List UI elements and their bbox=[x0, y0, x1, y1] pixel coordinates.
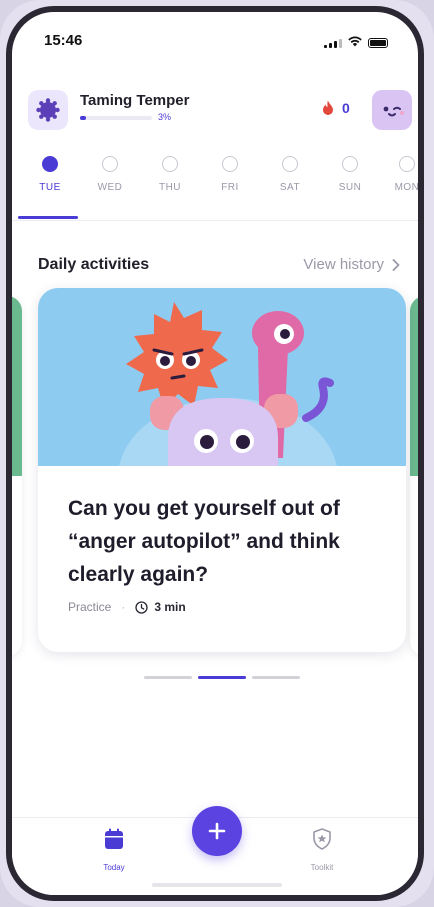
selected-day-indicator bbox=[18, 216, 78, 219]
clock-icon bbox=[135, 600, 149, 614]
plus-icon bbox=[208, 822, 226, 840]
day-tue[interactable]: TUE bbox=[20, 150, 80, 193]
day-wed[interactable]: WED bbox=[80, 150, 140, 193]
winking-face-icon[interactable] bbox=[372, 90, 412, 130]
app-screen: 15:46 Taming Temper 3% 0 TUE WED THU FRI… bbox=[6, 6, 424, 901]
status-time: 15:46 bbox=[44, 32, 83, 49]
nav-today-label: Today bbox=[103, 863, 125, 872]
activity-illustration bbox=[38, 288, 406, 466]
pager-dot-active[interactable] bbox=[198, 676, 246, 679]
day-status-dot bbox=[399, 156, 415, 172]
nav-today[interactable]: Today bbox=[84, 828, 144, 872]
day-sat[interactable]: SAT bbox=[260, 150, 320, 193]
view-history-link[interactable]: View history bbox=[303, 256, 400, 273]
day-label: SAT bbox=[279, 182, 301, 193]
status-bar: 15:46 bbox=[12, 12, 418, 64]
day-label: SUN bbox=[338, 182, 362, 193]
signal-icon bbox=[324, 38, 342, 48]
germ-blob-icon[interactable] bbox=[28, 90, 68, 130]
activity-meta: Practice · 3 min bbox=[68, 600, 186, 614]
day-label: THU bbox=[158, 182, 182, 193]
wifi-icon bbox=[348, 34, 362, 52]
day-thu[interactable]: THU bbox=[140, 150, 200, 193]
activity-title: Can you get yourself out of “anger autop… bbox=[68, 497, 340, 586]
phone-frame: 15:46 Taming Temper 3% 0 TUE WED THU FRI… bbox=[0, 0, 434, 907]
day-status-dot bbox=[102, 156, 118, 172]
duration-value: 3 min bbox=[154, 600, 186, 614]
day-status-dot bbox=[222, 156, 238, 172]
day-status-dot bbox=[282, 156, 298, 172]
streak-count: 0 bbox=[342, 100, 350, 116]
nav-toolkit-label: Toolkit bbox=[310, 863, 334, 872]
activity-type: Practice bbox=[68, 600, 112, 614]
day-sun[interactable]: SUN bbox=[320, 150, 380, 193]
shield-star-icon bbox=[313, 828, 331, 850]
day-status-dot bbox=[162, 156, 178, 172]
day-fri[interactable]: FRI bbox=[200, 150, 260, 193]
next-activity-card[interactable] bbox=[410, 296, 418, 656]
previous-activity-card[interactable] bbox=[12, 296, 22, 656]
section-title: Daily activities bbox=[38, 256, 150, 273]
meta-separator: · bbox=[121, 600, 126, 614]
bottom-navigation: Today Toolkit bbox=[12, 806, 418, 895]
pager-dot[interactable] bbox=[144, 676, 192, 679]
program-progress-fill bbox=[80, 116, 86, 120]
calendar-icon bbox=[105, 828, 123, 849]
day-label: WED bbox=[97, 182, 123, 193]
streak-counter[interactable]: 0 bbox=[322, 100, 350, 116]
day-status-dot bbox=[342, 156, 358, 172]
divider bbox=[12, 220, 418, 221]
battery-icon bbox=[368, 38, 388, 48]
pager-dot[interactable] bbox=[252, 676, 300, 679]
activity-card[interactable]: Can you get yourself out of “anger autop… bbox=[38, 288, 406, 652]
flame-icon bbox=[323, 100, 333, 115]
chevron-right-icon bbox=[392, 258, 400, 271]
status-icons bbox=[324, 34, 388, 52]
program-progress-bar bbox=[80, 116, 152, 120]
day-label: MON bbox=[394, 182, 420, 193]
day-label: FRI bbox=[221, 182, 239, 193]
program-header: Taming Temper 3% 0 bbox=[12, 80, 418, 140]
view-history-label: View history bbox=[303, 256, 384, 273]
activity-duration: 3 min bbox=[135, 600, 186, 614]
program-progress-label: 3% bbox=[158, 112, 172, 122]
add-button[interactable] bbox=[192, 806, 242, 856]
week-day-selector: TUE WED THU FRI SAT SUN MON bbox=[20, 150, 420, 220]
carousel-pager bbox=[144, 676, 300, 679]
nav-toolkit[interactable]: Toolkit bbox=[292, 828, 352, 872]
home-indicator bbox=[152, 883, 282, 887]
day-status-dot bbox=[42, 156, 58, 172]
day-mon[interactable]: MON bbox=[377, 150, 420, 193]
day-label: TUE bbox=[39, 182, 61, 193]
program-title[interactable]: Taming Temper bbox=[80, 92, 189, 109]
